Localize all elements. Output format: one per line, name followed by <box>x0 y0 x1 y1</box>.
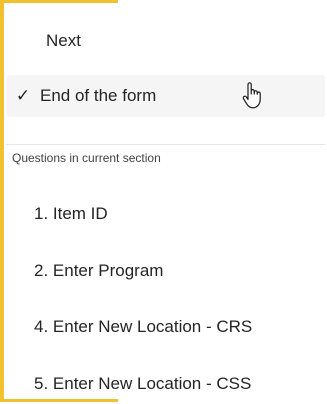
accent-border-left <box>0 0 4 402</box>
menu-item-end-of-form[interactable]: ✓ End of the form <box>6 75 325 117</box>
question-label: 5. Enter New Location - CSS <box>34 374 252 393</box>
question-item[interactable]: 5. Enter New Location - CSS <box>6 364 327 404</box>
question-label: 4. Enter New Location - CRS <box>34 317 253 336</box>
menu-item-label: End of the form <box>40 86 157 105</box>
question-label: 1. Item ID <box>34 204 108 223</box>
question-label: 2. Enter Program <box>34 261 164 280</box>
question-item[interactable]: 2. Enter Program <box>6 251 327 291</box>
question-item[interactable]: 1. Item ID <box>6 194 327 234</box>
checkmark-icon: ✓ <box>15 86 31 105</box>
section-header: Questions in current section <box>12 151 161 165</box>
accent-border-top <box>0 0 118 3</box>
divider <box>6 144 325 145</box>
question-item[interactable]: 4. Enter New Location - CRS <box>6 307 327 347</box>
hand-pointer-icon <box>242 82 261 109</box>
menu-item-label: Next <box>46 31 81 50</box>
menu-item-next[interactable]: Next <box>6 20 327 62</box>
